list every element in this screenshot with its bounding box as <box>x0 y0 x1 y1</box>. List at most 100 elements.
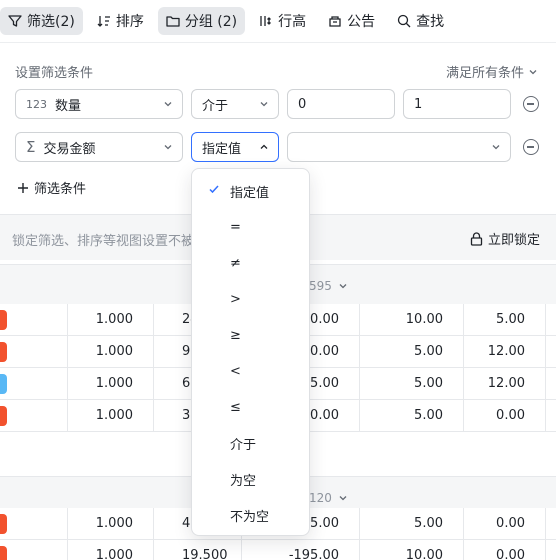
menu-item-greater[interactable]: > <box>192 281 309 317</box>
add-filter-button[interactable]: 筛选条件 <box>17 178 86 197</box>
chevron-up-icon <box>260 144 268 149</box>
table-cell: 5.00 <box>360 368 464 400</box>
chevron-down-icon <box>339 496 347 501</box>
remove-condition2-icon[interactable] <box>523 139 539 155</box>
condition2-field-select[interactable]: Σ 交易金额 <box>15 132 183 162</box>
match-mode-select[interactable]: 满足所有条件 <box>446 62 538 81</box>
condition1-operator-label: 介于 <box>202 98 229 114</box>
chevron-down-icon <box>492 145 500 150</box>
table-cell: 19.500 <box>154 540 242 560</box>
number-field-icon: 123 <box>26 97 47 111</box>
group-count-1-value: 595 <box>309 279 332 293</box>
table-row[interactable]: 1.000 19.500 -195.00 10.00 0.00 <box>0 540 556 560</box>
menu-item-specified[interactable]: 指定值 <box>192 173 309 209</box>
plus-icon <box>18 182 28 193</box>
table-cell: 5.00 <box>464 304 546 336</box>
menu-item-is-not-empty[interactable]: 不为空 <box>192 497 309 533</box>
announcement-button-label: 公告 <box>347 14 376 30</box>
announcement-button[interactable]: 公告 <box>320 7 383 35</box>
table-cell: 1.000 <box>68 400 154 432</box>
menu-item-not-equals[interactable]: ≠ <box>192 245 309 281</box>
condition1-max-value: 1 <box>414 96 423 112</box>
table-cell: 0.00 <box>464 540 546 560</box>
menu-item-label: 指定值 <box>230 185 270 201</box>
chevron-down-icon <box>339 284 347 289</box>
menu-item-label: = <box>230 219 241 235</box>
table-cell: 12.00 <box>464 368 546 400</box>
operator-dropdown-menu: 指定值 = ≠ > ≥ < ≤ 介于 为空 不为空 <box>191 168 310 536</box>
table-cell: 1.000 <box>68 304 154 336</box>
menu-item-label: ≠ <box>230 255 241 271</box>
chevron-down-icon <box>164 102 172 107</box>
menu-item-label: ≤ <box>230 399 241 415</box>
table-cell: 12.00 <box>464 336 546 368</box>
condition1-operator-select[interactable]: 介于 <box>191 89 279 119</box>
menu-item-less-equal[interactable]: ≤ <box>192 389 309 425</box>
lock-icon <box>470 231 483 246</box>
condition2-value-select[interactable] <box>287 132 511 162</box>
folder-icon <box>166 16 180 27</box>
table-cell <box>0 508 68 540</box>
condition1-min-value: 0 <box>298 96 307 112</box>
sort-icon <box>97 16 110 27</box>
group-button[interactable]: 分组 (2) <box>157 7 246 35</box>
menu-item-greater-equal[interactable]: ≥ <box>192 317 309 353</box>
table-cell: 10.00 <box>360 304 464 336</box>
menu-item-label: < <box>230 363 241 379</box>
add-filter-label: 筛选条件 <box>34 182 87 197</box>
table-cell <box>0 304 68 336</box>
filter-button[interactable]: 筛选(2) <box>0 7 83 35</box>
table-cell: 1.000 <box>68 508 154 540</box>
table-cell: 5.00 <box>360 400 464 432</box>
row-height-button[interactable]: 行高 <box>251 7 314 35</box>
menu-item-label: 为空 <box>230 473 257 489</box>
table-cell <box>0 400 68 432</box>
table-cell: 1.000 <box>68 336 154 368</box>
chevron-down-icon <box>529 69 537 74</box>
view-toolbar: 筛选(2) 排序 分组 (2) 行高 公告 查找 <box>0 0 556 42</box>
remove-condition1-icon[interactable] <box>523 96 539 112</box>
group-button-label: 分组 (2) <box>184 14 238 30</box>
table-cell: 0.00 <box>464 508 546 540</box>
table-cell <box>0 540 68 560</box>
table-cell: 1.000 <box>68 540 154 560</box>
filter-panel-title: 设置筛选条件 <box>15 66 94 81</box>
condition1-field-select[interactable]: 123 数量 <box>15 89 183 119</box>
row-height-button-label: 行高 <box>278 14 307 30</box>
filter-icon <box>8 15 22 27</box>
condition1-max-input[interactable]: 1 <box>403 89 511 119</box>
row-height-icon <box>260 16 272 26</box>
table-cell: 5.00 <box>360 336 464 368</box>
announcement-icon <box>329 16 341 27</box>
menu-item-less[interactable]: < <box>192 353 309 389</box>
table-cell <box>0 368 68 400</box>
chevron-down-icon <box>260 102 268 107</box>
lock-hint-text: 锁定筛选、排序等视图设置不被 <box>12 234 195 249</box>
search-icon <box>397 14 411 28</box>
menu-item-is-empty[interactable]: 为空 <box>192 461 309 497</box>
match-mode-label: 满足所有条件 <box>445 66 524 81</box>
menu-item-label: 不为空 <box>230 509 270 525</box>
lock-now-button[interactable]: 立即锁定 <box>470 229 540 248</box>
menu-item-label: 介于 <box>230 437 257 453</box>
table-cell: 5.00 <box>360 508 464 540</box>
table-cell <box>0 336 68 368</box>
condition1-field-label: 数量 <box>55 98 82 114</box>
sort-button[interactable]: 排序 <box>89 7 152 35</box>
group-count-1: 595 <box>309 279 348 293</box>
table-cell: 10.00 <box>360 540 464 560</box>
chevron-down-icon <box>164 145 172 150</box>
condition1-min-input[interactable]: 0 <box>287 89 395 119</box>
search-button[interactable]: 查找 <box>389 7 452 35</box>
menu-item-label: ≥ <box>230 327 241 343</box>
table-cell: -195.00 <box>242 540 360 560</box>
group-count-2-value: 120 <box>309 491 332 505</box>
menu-item-equals[interactable]: = <box>192 209 309 245</box>
condition2-operator-select[interactable]: 指定值 <box>191 132 279 162</box>
sum-field-icon: Σ <box>26 138 36 156</box>
sort-button-label: 排序 <box>115 14 144 30</box>
menu-item-between[interactable]: 介于 <box>192 425 309 461</box>
condition2-operator-label: 指定值 <box>202 141 242 157</box>
condition2-field-label: 交易金额 <box>43 141 96 157</box>
group-count-2: 120 <box>309 491 348 505</box>
